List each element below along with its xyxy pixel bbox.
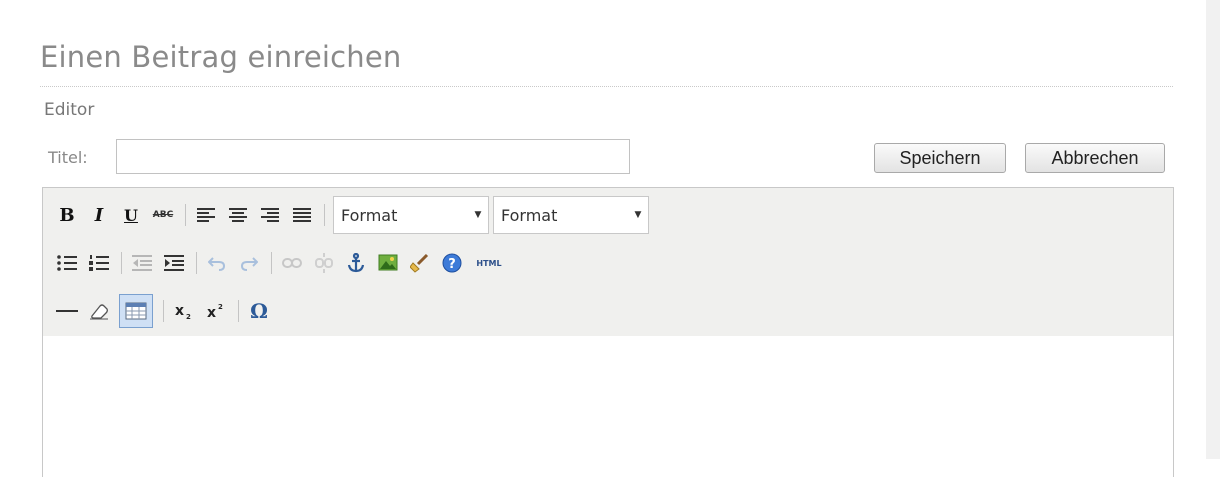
toolbar-separator bbox=[324, 204, 325, 226]
svg-text:x: x bbox=[175, 303, 184, 319]
toolbar-separator bbox=[238, 300, 239, 322]
strikethrough-label: ABC bbox=[152, 210, 174, 220]
format-select-2[interactable]: Format ▼ bbox=[493, 196, 649, 234]
format-select-1[interactable]: Format ▼ bbox=[333, 196, 489, 234]
italic-icon[interactable]: I bbox=[87, 203, 111, 227]
svg-text:2: 2 bbox=[186, 313, 191, 320]
underline-icon[interactable]: U bbox=[119, 203, 143, 227]
cleanup-icon[interactable] bbox=[408, 251, 432, 275]
bold-label: B bbox=[59, 204, 75, 226]
svg-text:2: 2 bbox=[218, 303, 223, 311]
horizontal-rule-icon[interactable] bbox=[55, 299, 79, 323]
editor-toolbar: B I U ABC Format ▼ Format ▼ ? HTML x 2 x… bbox=[43, 188, 1173, 337]
save-button[interactable]: Speichern bbox=[874, 143, 1006, 173]
special-char-label: Ω bbox=[250, 299, 268, 323]
superscript-icon[interactable]: x2 bbox=[204, 299, 228, 323]
undo-icon[interactable] bbox=[205, 251, 229, 275]
subscript-icon[interactable]: x2 bbox=[172, 299, 196, 323]
section-label: Editor bbox=[44, 100, 95, 120]
unlink-icon[interactable] bbox=[312, 251, 336, 275]
toolbar-separator bbox=[185, 204, 186, 226]
toolbar-separator bbox=[271, 252, 272, 274]
toolbar-row-2: ? HTML bbox=[55, 249, 514, 277]
table-icon[interactable] bbox=[119, 294, 153, 328]
align-right-icon[interactable] bbox=[258, 203, 282, 227]
chevron-down-icon: ▼ bbox=[474, 210, 482, 220]
redo-icon[interactable] bbox=[237, 251, 261, 275]
chevron-down-icon: ▼ bbox=[634, 210, 642, 220]
link-icon[interactable] bbox=[280, 251, 304, 275]
strikethrough-icon[interactable]: ABC bbox=[151, 203, 175, 227]
format-select-1-value: Format bbox=[341, 205, 398, 225]
align-left-icon[interactable] bbox=[194, 203, 218, 227]
html-label: HTML bbox=[476, 258, 502, 268]
special-char-icon[interactable]: Ω bbox=[247, 299, 271, 323]
align-justify-icon[interactable] bbox=[290, 203, 314, 227]
format-select-2-value: Format bbox=[501, 205, 558, 225]
rich-text-editor: B I U ABC Format ▼ Format ▼ ? HTML x 2 x… bbox=[42, 187, 1174, 478]
bullet-list-icon[interactable] bbox=[55, 251, 79, 275]
title-input[interactable] bbox=[116, 139, 630, 174]
title-label: Titel: bbox=[48, 148, 88, 167]
title-divider bbox=[40, 86, 1173, 87]
underline-label: U bbox=[124, 205, 138, 225]
editor-content-area[interactable] bbox=[43, 336, 1173, 478]
image-icon[interactable] bbox=[376, 251, 400, 275]
numbered-list-icon[interactable] bbox=[87, 251, 111, 275]
svg-text:x: x bbox=[207, 305, 216, 320]
indent-icon[interactable] bbox=[162, 251, 186, 275]
bold-icon[interactable]: B bbox=[55, 203, 79, 227]
toolbar-separator bbox=[196, 252, 197, 274]
toolbar-row-1: B I U ABC Format ▼ Format ▼ bbox=[55, 196, 653, 234]
help-icon[interactable]: ? bbox=[440, 251, 464, 275]
toolbar-separator bbox=[163, 300, 164, 322]
italic-label: I bbox=[94, 204, 104, 226]
svg-text:?: ? bbox=[448, 257, 456, 272]
outdent-icon[interactable] bbox=[130, 251, 154, 275]
eraser-icon[interactable] bbox=[87, 299, 111, 323]
page-title: Einen Beitrag einreichen bbox=[40, 40, 402, 74]
right-edge-bar bbox=[1206, 0, 1220, 459]
align-center-icon[interactable] bbox=[226, 203, 250, 227]
toolbar-row-3: x2 x2 Ω bbox=[55, 294, 279, 328]
html-icon[interactable]: HTML bbox=[472, 251, 506, 275]
anchor-icon[interactable] bbox=[344, 251, 368, 275]
cancel-button[interactable]: Abbrechen bbox=[1025, 143, 1165, 173]
toolbar-separator bbox=[121, 252, 122, 274]
